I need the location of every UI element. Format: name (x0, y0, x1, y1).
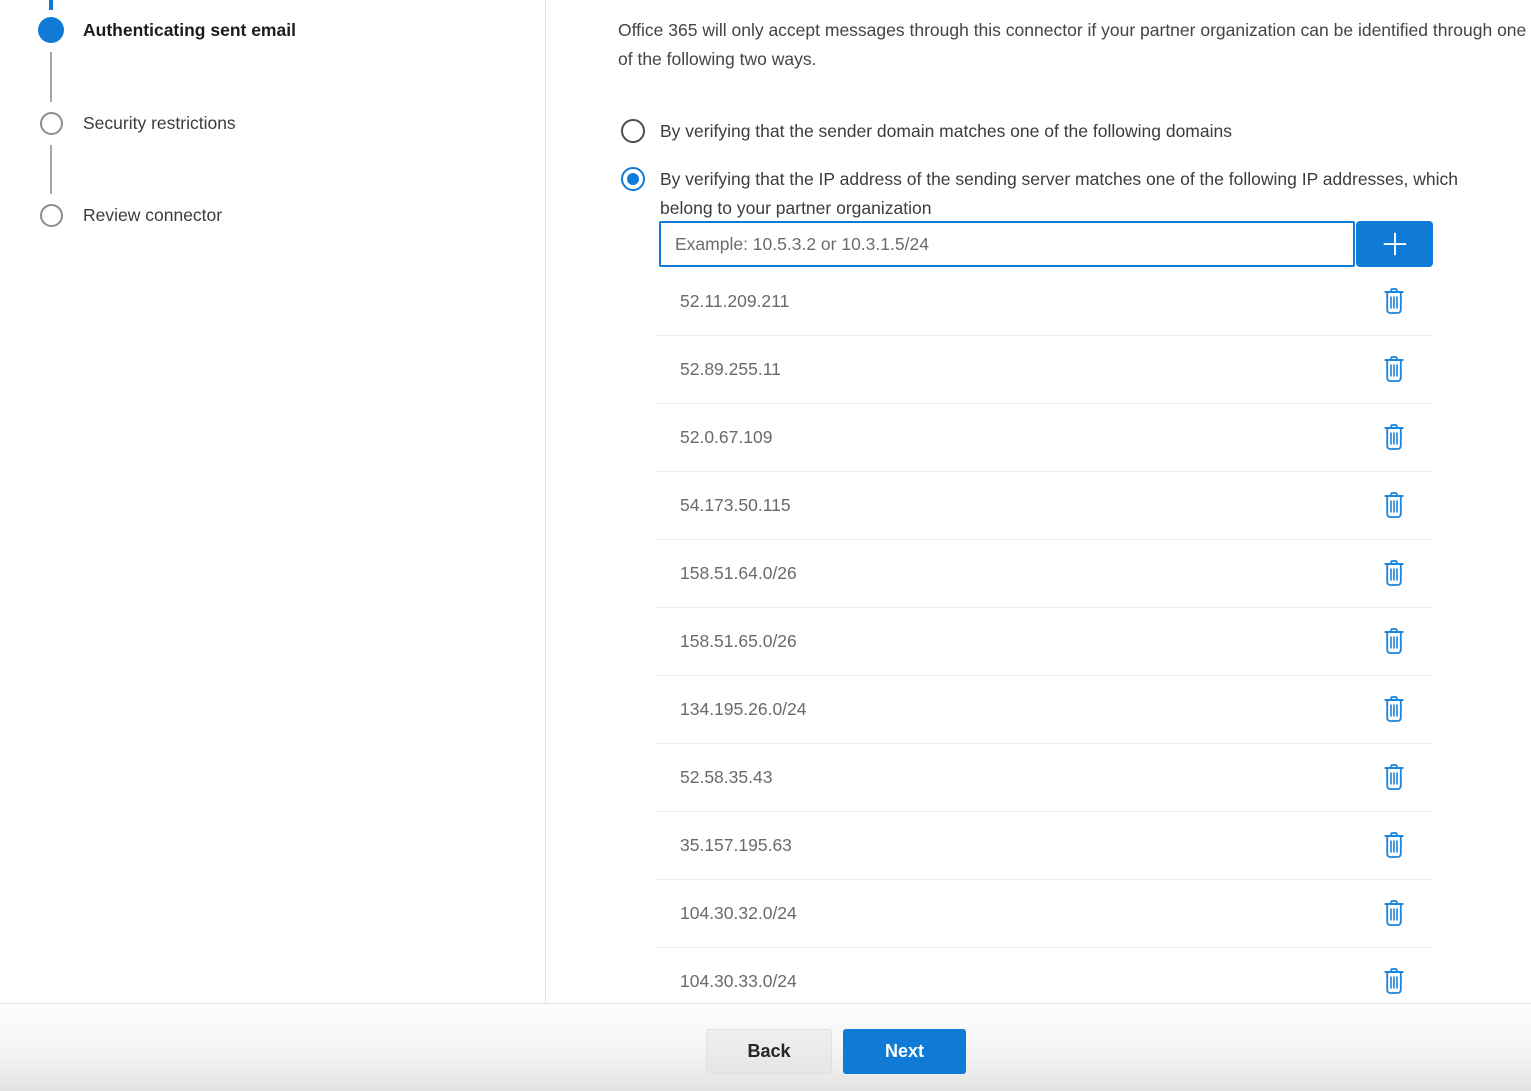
trash-icon (1383, 560, 1405, 587)
ip-address-text: 158.51.64.0/26 (680, 563, 797, 584)
radio-selected-icon[interactable] (621, 167, 645, 191)
ip-list-row: 54.173.50.115 (655, 472, 1433, 540)
step-circle-wrap (38, 17, 64, 43)
step-circle-icon (40, 112, 63, 135)
ip-input-row (659, 221, 1433, 267)
step-circle-wrap (38, 204, 64, 227)
delete-ip-button[interactable] (1381, 558, 1407, 589)
ip-address-text: 52.11.209.211 (680, 291, 789, 312)
ip-list-row: 52.89.255.11 (655, 336, 1433, 404)
add-ip-button[interactable] (1356, 221, 1433, 267)
wizard-stepper-panel: Authenticating sent email Security restr… (0, 0, 545, 1003)
step-label: Security restrictions (83, 113, 236, 134)
step-label: Review connector (83, 205, 222, 226)
trash-icon (1383, 764, 1405, 791)
trash-icon (1383, 696, 1405, 723)
ip-list-row: 52.11.209.211 (655, 268, 1433, 336)
step-circle-icon (40, 204, 63, 227)
stepper-previous-connector-line (49, 0, 53, 10)
ip-address-text: 52.0.67.109 (680, 427, 772, 448)
radio-dot (627, 173, 639, 185)
delete-ip-button[interactable] (1381, 830, 1407, 861)
stepper-step[interactable]: Security restrictions (38, 110, 236, 136)
stepper-step[interactable]: Authenticating sent email (38, 17, 296, 43)
trash-icon (1383, 288, 1405, 315)
step-label: Authenticating sent email (83, 20, 296, 41)
wizard-footer: Back Next (0, 1003, 1531, 1091)
trash-icon (1383, 356, 1405, 383)
radio-option-ip-address[interactable]: By verifying that the IP address of the … (621, 165, 1488, 223)
stepper-connector-line (50, 52, 52, 102)
delete-ip-button[interactable] (1381, 422, 1407, 453)
delete-ip-button[interactable] (1381, 762, 1407, 793)
stepper-step[interactable]: Review connector (38, 202, 222, 228)
ip-address-text: 52.89.255.11 (680, 359, 781, 380)
radio-option-label: By verifying that the sender domain matc… (660, 117, 1232, 146)
delete-ip-button[interactable] (1381, 490, 1407, 521)
ip-address-input[interactable] (659, 221, 1355, 267)
ip-address-text: 104.30.33.0/24 (680, 971, 797, 992)
radio-option-sender-domain[interactable]: By verifying that the sender domain matc… (621, 117, 1232, 146)
delete-ip-button[interactable] (1381, 626, 1407, 657)
panel-divider (545, 0, 546, 1003)
trash-icon (1383, 900, 1405, 927)
trash-icon (1383, 628, 1405, 655)
ip-address-text: 54.173.50.115 (680, 495, 791, 516)
trash-icon (1383, 424, 1405, 451)
ip-address-text: 52.58.35.43 (680, 767, 772, 788)
delete-ip-button[interactable] (1381, 354, 1407, 385)
step-circle-wrap (38, 112, 64, 135)
trash-icon (1383, 832, 1405, 859)
intro-text: Office 365 will only accept messages thr… (618, 16, 1531, 74)
ip-address-text: 134.195.26.0/24 (680, 699, 807, 720)
delete-ip-button[interactable] (1381, 898, 1407, 929)
trash-icon (1383, 492, 1405, 519)
plus-icon (1380, 229, 1410, 259)
back-button[interactable]: Back (706, 1029, 832, 1074)
radio-option-label: By verifying that the IP address of the … (660, 165, 1488, 223)
stepper-connector-line (50, 145, 52, 194)
ip-list-row: 134.195.26.0/24 (655, 676, 1433, 744)
next-button[interactable]: Next (843, 1029, 966, 1074)
radio-unselected-icon[interactable] (621, 119, 645, 143)
ip-list-row: 158.51.64.0/26 (655, 540, 1433, 608)
ip-list-row: 158.51.65.0/26 (655, 608, 1433, 676)
ip-list-row: 35.157.195.63 (655, 812, 1433, 880)
trash-icon (1383, 968, 1405, 995)
step-circle-icon (38, 17, 64, 43)
ip-list-row: 52.58.35.43 (655, 744, 1433, 812)
ip-address-text: 35.157.195.63 (680, 835, 792, 856)
ip-list-row: 104.30.33.0/24 (655, 948, 1433, 1003)
ip-list-row: 104.30.32.0/24 (655, 880, 1433, 948)
delete-ip-button[interactable] (1381, 966, 1407, 997)
delete-ip-button[interactable] (1381, 694, 1407, 725)
delete-ip-button[interactable] (1381, 286, 1407, 317)
ip-address-list: 52.11.209.211 52.89.255.11 (655, 268, 1433, 1003)
ip-address-text: 158.51.65.0/26 (680, 631, 797, 652)
ip-list-row: 52.0.67.109 (655, 404, 1433, 472)
ip-address-text: 104.30.32.0/24 (680, 903, 797, 924)
